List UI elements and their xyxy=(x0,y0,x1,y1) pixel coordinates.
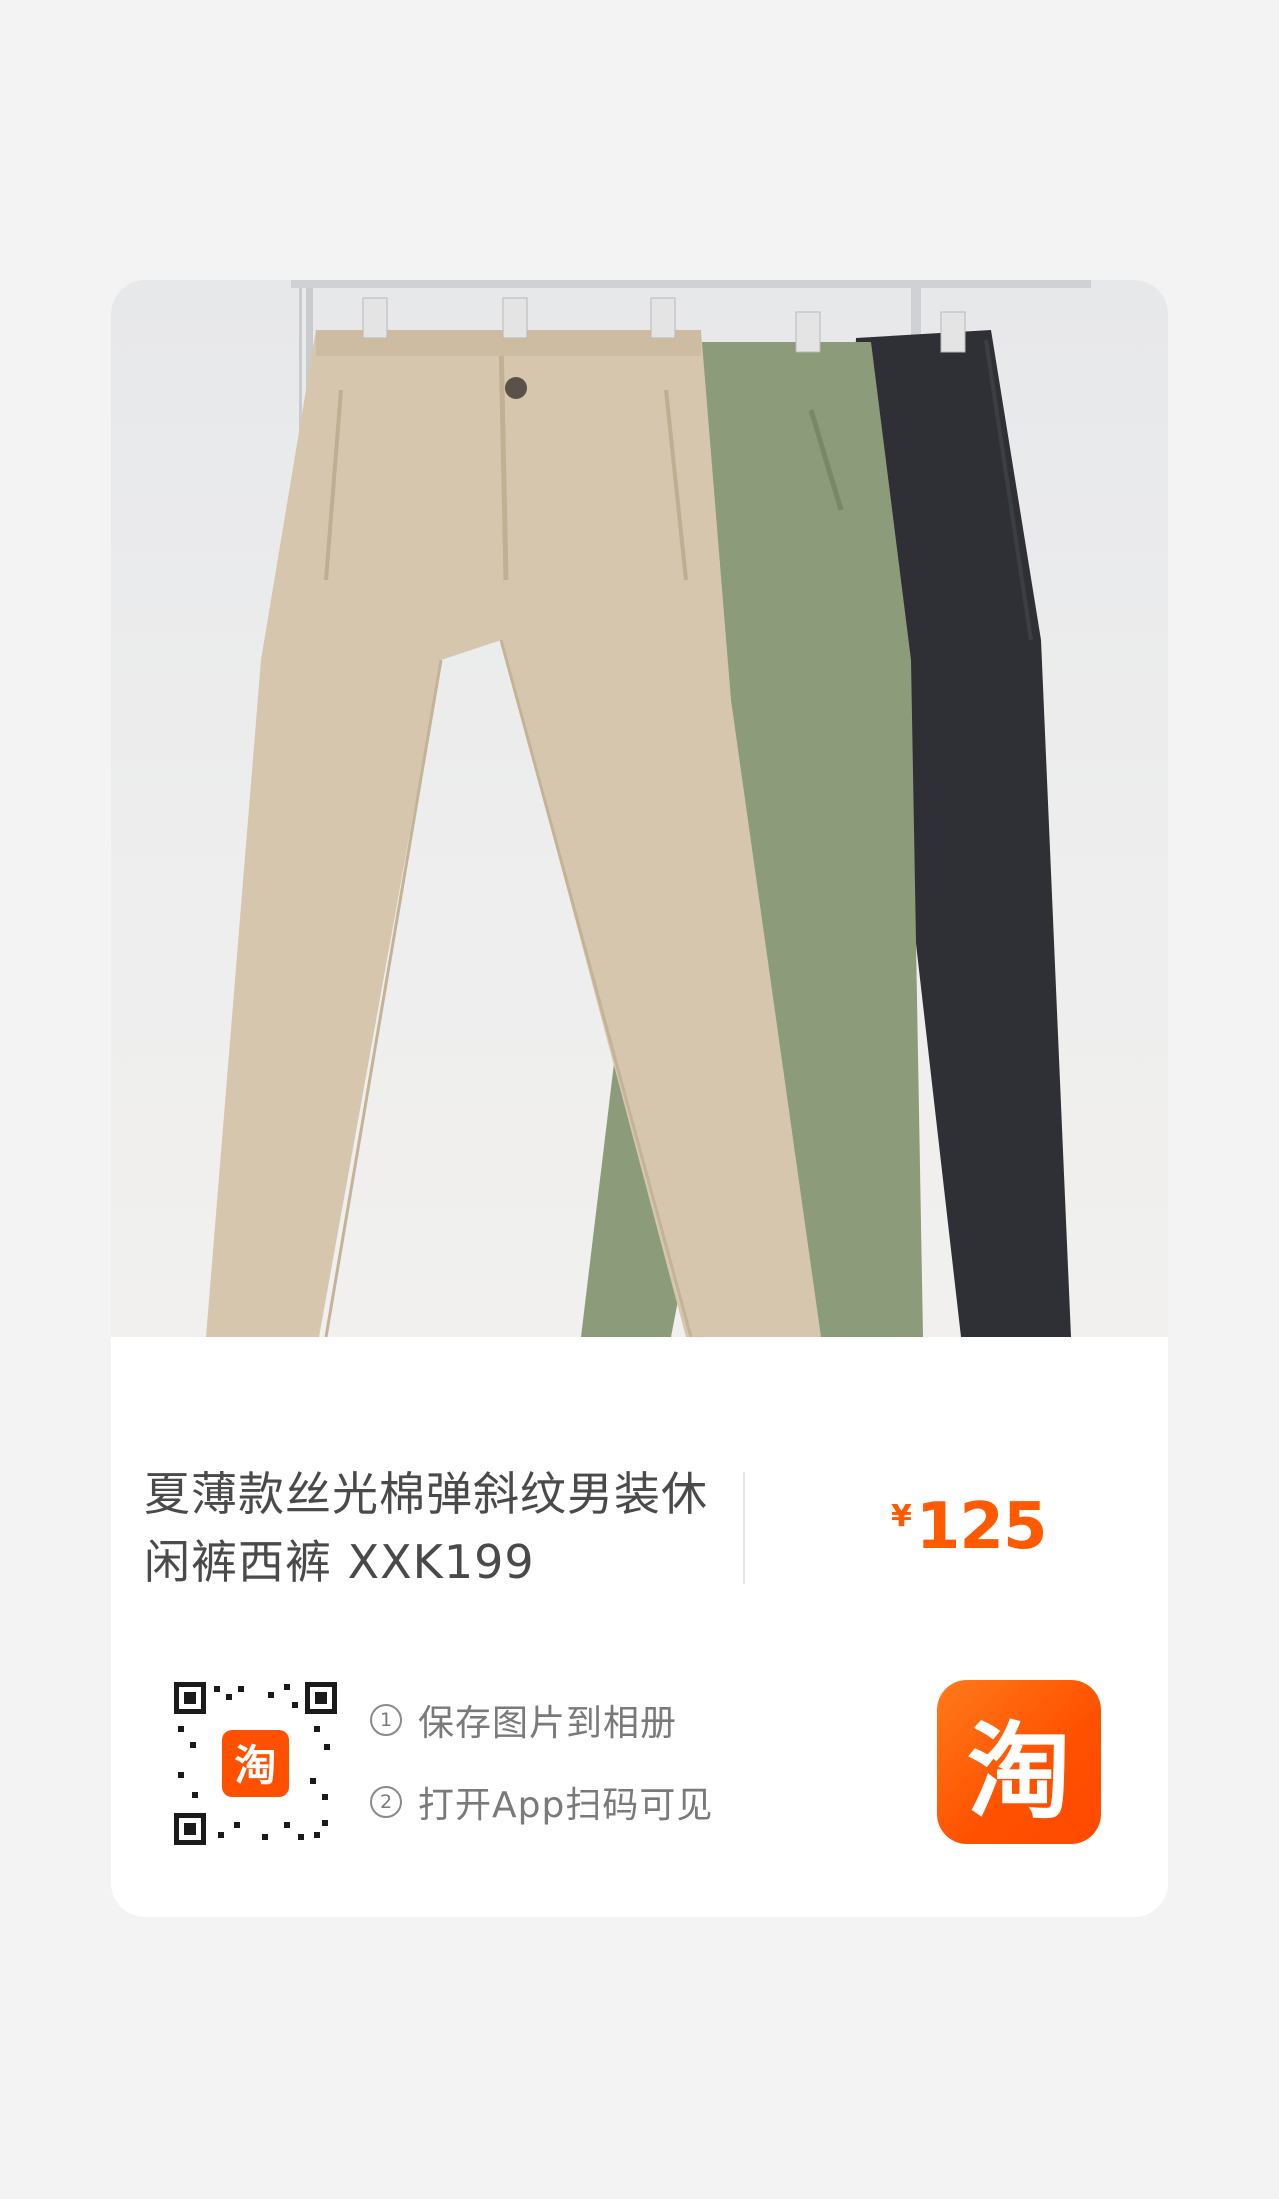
step-text: 保存图片到相册 xyxy=(418,1703,678,1744)
step-text: 打开App扫码可见 xyxy=(418,1785,714,1826)
product-image[interactable] xyxy=(111,280,1168,1337)
product-price: ¥125 xyxy=(891,1490,1048,1564)
step-number-icon: 2 xyxy=(370,1786,402,1818)
share-steps: 1 保存图片到相册 2 打开App扫码可见 xyxy=(370,1690,713,1854)
currency-symbol: ¥ xyxy=(891,1499,912,1534)
step-number-icon: 1 xyxy=(370,1704,402,1736)
step-save-image: 1 保存图片到相册 xyxy=(370,1690,713,1750)
share-card: 夏薄款丝光棉弹斜纹男装休闲裤西裤 XXK199 ¥125 淘 1 保存图片到相册… xyxy=(111,280,1168,1917)
taobao-logo-icon[interactable]: 淘 xyxy=(937,1680,1101,1844)
price-amount: 125 xyxy=(915,1490,1048,1564)
qr-center-logo: 淘 xyxy=(234,1741,276,1790)
qr-code[interactable]: 淘 xyxy=(174,1682,337,1845)
product-title: 夏薄款丝光棉弹斜纹男装休闲裤西裤 XXK199 xyxy=(144,1467,708,1589)
divider xyxy=(743,1472,745,1584)
step-open-app: 2 打开App扫码可见 xyxy=(370,1772,713,1832)
